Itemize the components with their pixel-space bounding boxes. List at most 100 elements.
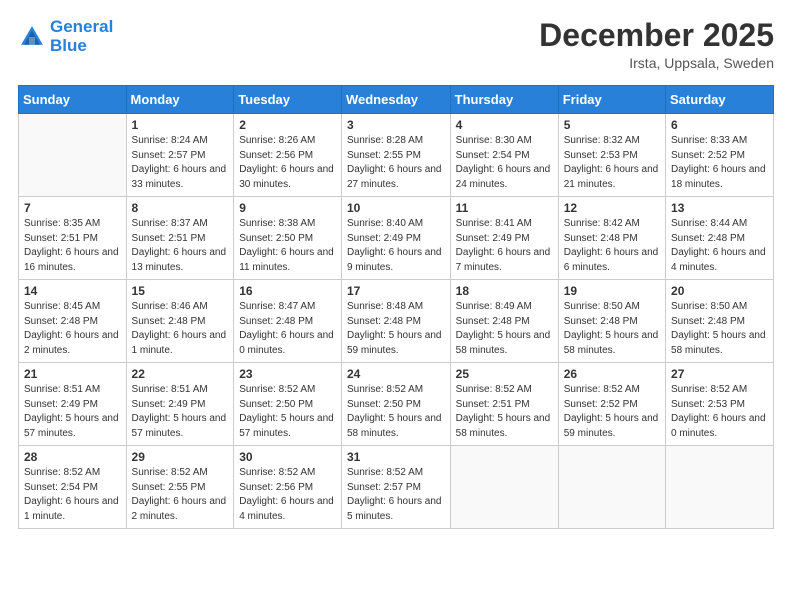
day-info: Sunrise: 8:52 AMSunset: 2:50 PMDaylight:… [239,383,336,441]
month-title: December 2025 [539,18,774,53]
day-number: 19 [564,284,660,298]
day-info: Sunrise: 8:26 AMSunset: 2:56 PMDaylight:… [239,134,336,192]
day-number: 27 [671,367,768,381]
day-info: Sunrise: 8:40 AMSunset: 2:49 PMDaylight:… [347,217,445,275]
calendar-cell: 23 Sunrise: 8:52 AMSunset: 2:50 PMDayligh… [234,363,342,446]
calendar-cell: 21Sunrise: 8:51 AMSunset: 2:49 PMDayligh… [19,363,127,446]
calendar-cell [19,114,127,197]
calendar-cell: 6 Sunrise: 8:33 AMSunset: 2:52 PMDaylight… [666,114,774,197]
calendar-cell: 12Sunrise: 8:42 AMSunset: 2:48 PMDayligh… [558,197,665,280]
week-row-3: 14 Sunrise: 8:45 AMSunset: 2:48 PMDayligh… [19,280,774,363]
day-info: Sunrise: 8:52 AMSunset: 2:57 PMDaylight:… [347,466,445,524]
calendar-cell: 19 Sunrise: 8:50 AMSunset: 2:48 PMDayligh… [558,280,665,363]
day-number: 15 [132,284,229,298]
day-info: Sunrise: 8:51 AMSunset: 2:49 PMDaylight:… [132,383,229,441]
calendar-cell: 2Sunrise: 8:26 AMSunset: 2:56 PMDaylight… [234,114,342,197]
day-number: 31 [347,450,445,464]
day-info: Sunrise: 8:52 AMSunset: 2:52 PMDaylight:… [564,383,660,441]
calendar-cell: 25 Sunrise: 8:52 AMSunset: 2:51 PMDayligh… [450,363,558,446]
title-block: December 2025 Irsta, Uppsala, Sweden [539,18,774,71]
day-number: 1 [132,118,229,132]
day-number: 13 [671,201,768,215]
weekday-header-tuesday: Tuesday [234,86,342,114]
calendar-cell: 4Sunrise: 8:30 AMSunset: 2:54 PMDaylight… [450,114,558,197]
day-info: Sunrise: 8:45 AMSunset: 2:48 PMDaylight:… [24,300,121,358]
day-info: Sunrise: 8:52 AMSunset: 2:55 PMDaylight:… [132,466,229,524]
day-info: Sunrise: 8:52 AMSunset: 2:51 PMDaylight:… [456,383,553,441]
day-info: Sunrise: 8:35 AMSunset: 2:51 PMDaylight:… [24,217,121,275]
calendar-cell: 14 Sunrise: 8:45 AMSunset: 2:48 PMDayligh… [19,280,127,363]
calendar-cell [558,446,665,529]
calendar-cell: 20 Sunrise: 8:50 AMSunset: 2:48 PMDayligh… [666,280,774,363]
day-number: 11 [456,201,553,215]
calendar-cell: 10 Sunrise: 8:40 AMSunset: 2:49 PMDayligh… [341,197,450,280]
day-number: 16 [239,284,336,298]
logo-general: General [50,17,113,36]
logo-blue: Blue [50,36,87,55]
week-row-2: 7Sunrise: 8:35 AMSunset: 2:51 PMDaylight… [19,197,774,280]
logo: General Blue [18,18,113,55]
calendar-cell: 16Sunrise: 8:47 AMSunset: 2:48 PMDayligh… [234,280,342,363]
day-info: Sunrise: 8:24 AMSunset: 2:57 PMDaylight:… [132,134,229,192]
calendar-cell: 15Sunrise: 8:46 AMSunset: 2:48 PMDayligh… [126,280,234,363]
day-number: 30 [239,450,336,464]
day-number: 22 [132,367,229,381]
day-number: 3 [347,118,445,132]
day-number: 8 [132,201,229,215]
day-number: 25 [456,367,553,381]
day-number: 28 [24,450,121,464]
calendar-cell: 11 Sunrise: 8:41 AMSunset: 2:49 PMDayligh… [450,197,558,280]
day-info: Sunrise: 8:41 AMSunset: 2:49 PMDaylight:… [456,217,553,275]
weekday-header-saturday: Saturday [666,86,774,114]
calendar-cell: 26Sunrise: 8:52 AMSunset: 2:52 PMDayligh… [558,363,665,446]
day-info: Sunrise: 8:38 AMSunset: 2:50 PMDaylight:… [239,217,336,275]
day-info: Sunrise: 8:49 AMSunset: 2:48 PMDaylight:… [456,300,553,358]
weekday-header-monday: Monday [126,86,234,114]
calendar-cell: 3 Sunrise: 8:28 AMSunset: 2:55 PMDaylight… [341,114,450,197]
calendar-cell: 5Sunrise: 8:32 AMSunset: 2:53 PMDaylight… [558,114,665,197]
day-number: 6 [671,118,768,132]
day-info: Sunrise: 8:33 AMSunset: 2:52 PMDaylight:… [671,134,768,192]
calendar-cell: 8Sunrise: 8:37 AMSunset: 2:51 PMDaylight… [126,197,234,280]
calendar-cell: 9 Sunrise: 8:38 AMSunset: 2:50 PMDaylight… [234,197,342,280]
calendar-cell: 27 Sunrise: 8:52 AMSunset: 2:53 PMDayligh… [666,363,774,446]
page: General Blue December 2025 Irsta, Uppsal… [0,0,792,612]
day-info: Sunrise: 8:30 AMSunset: 2:54 PMDaylight:… [456,134,553,192]
day-number: 21 [24,367,121,381]
day-number: 20 [671,284,768,298]
day-number: 17 [347,284,445,298]
calendar-table: SundayMondayTuesdayWednesdayThursdayFrid… [18,85,774,529]
day-number: 23 [239,367,336,381]
day-info: Sunrise: 8:32 AMSunset: 2:53 PMDaylight:… [564,134,660,192]
day-number: 10 [347,201,445,215]
calendar-cell: 24Sunrise: 8:52 AMSunset: 2:50 PMDayligh… [341,363,450,446]
day-info: Sunrise: 8:52 AMSunset: 2:53 PMDaylight:… [671,383,768,441]
calendar-cell: 7Sunrise: 8:35 AMSunset: 2:51 PMDaylight… [19,197,127,280]
day-info: Sunrise: 8:50 AMSunset: 2:48 PMDaylight:… [671,300,768,358]
day-number: 9 [239,201,336,215]
day-info: Sunrise: 8:48 AMSunset: 2:48 PMDaylight:… [347,300,445,358]
week-row-4: 21 Sunrise: 8:51 AMSunset: 2:49 PMDayligh… [19,363,774,446]
day-number: 18 [456,284,553,298]
calendar-cell: 13 Sunrise: 8:44 AMSunset: 2:48 PMDayligh… [666,197,774,280]
day-number: 14 [24,284,121,298]
calendar-cell: 28Sunrise: 8:52 AMSunset: 2:54 PMDayligh… [19,446,127,529]
calendar-cell: 30Sunrise: 8:52 AMSunset: 2:56 PMDayligh… [234,446,342,529]
header: General Blue December 2025 Irsta, Uppsal… [18,18,774,71]
day-info: Sunrise: 8:50 AMSunset: 2:48 PMDaylight:… [564,300,660,358]
week-row-1: 1 Sunrise: 8:24 AMSunset: 2:57 PMDaylight… [19,114,774,197]
calendar-cell: 31 Sunrise: 8:52 AMSunset: 2:57 PMDayligh… [341,446,450,529]
day-info: Sunrise: 8:44 AMSunset: 2:48 PMDaylight:… [671,217,768,275]
weekday-header-wednesday: Wednesday [341,86,450,114]
calendar-cell: 29Sunrise: 8:52 AMSunset: 2:55 PMDayligh… [126,446,234,529]
calendar-cell [450,446,558,529]
weekday-header-friday: Friday [558,86,665,114]
day-number: 12 [564,201,660,215]
week-row-5: 28Sunrise: 8:52 AMSunset: 2:54 PMDayligh… [19,446,774,529]
calendar-cell: 22 Sunrise: 8:51 AMSunset: 2:49 PMDayligh… [126,363,234,446]
calendar-cell: 18 Sunrise: 8:49 AMSunset: 2:48 PMDayligh… [450,280,558,363]
weekday-header-row: SundayMondayTuesdayWednesdayThursdayFrid… [19,86,774,114]
calendar-cell: 17 Sunrise: 8:48 AMSunset: 2:48 PMDayligh… [341,280,450,363]
day-info: Sunrise: 8:28 AMSunset: 2:55 PMDaylight:… [347,134,445,192]
weekday-header-thursday: Thursday [450,86,558,114]
